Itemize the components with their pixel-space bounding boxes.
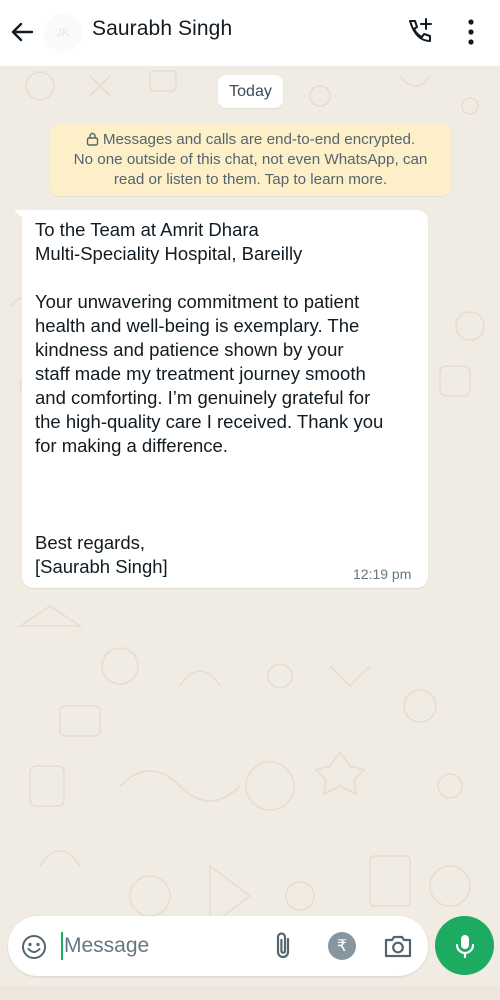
message-line: health and well-being is exemplary. The [35,315,360,336]
date-chip: Today [218,75,283,108]
back-arrow-icon[interactable] [8,17,38,47]
encryption-notice[interactable]: Messages and calls are end-to-end encryp… [50,124,451,196]
mic-button[interactable] [435,916,494,975]
message-line: and comforting. I’m genuinely grateful f… [35,387,371,408]
attach-icon[interactable] [268,930,298,962]
contact-name[interactable]: Saurabh Singh [92,17,232,41]
message-line: kindness and patience shown by your [35,339,344,360]
camera-icon[interactable] [383,932,413,960]
rupee-icon[interactable]: ₹ [328,932,356,960]
navigation-bar [0,986,500,1000]
more-vert-icon[interactable] [458,15,484,49]
message-timestamp: 12:19 pm [353,566,412,582]
mic-icon [455,934,474,958]
message-line: staff made my treatment journey smooth [35,363,366,384]
message-line: the high-quality care I received. Thank … [35,411,384,432]
avatar[interactable]: JK [44,14,82,52]
encryption-notice-line-3: read or listen to them. Tap to learn mor… [113,171,388,188]
emoji-icon[interactable] [20,933,48,961]
encryption-notice-line-2: No one outside of this chat, not even Wh… [73,151,428,168]
message-line: Multi-Speciality Hospital, Bareilly [35,243,303,264]
encryption-notice-line-1: Messages and calls are end-to-end encryp… [58,130,443,150]
message-line: Your unwavering commitment to patient [35,291,360,312]
message-line: [Saurabh Singh] [35,556,168,577]
message-line: To the Team at Amrit Dhara [35,219,259,240]
message-input[interactable] [64,928,254,964]
call-add-icon[interactable] [402,15,436,49]
message-line: for making a difference. [35,435,228,456]
message-line: Best regards, [35,532,146,553]
text-cursor [61,932,63,960]
chat-header: JK Saurabh Singh [0,0,500,66]
encryption-notice-text-1: Messages and calls are end-to-end encryp… [102,131,416,148]
lock-icon [86,132,99,146]
